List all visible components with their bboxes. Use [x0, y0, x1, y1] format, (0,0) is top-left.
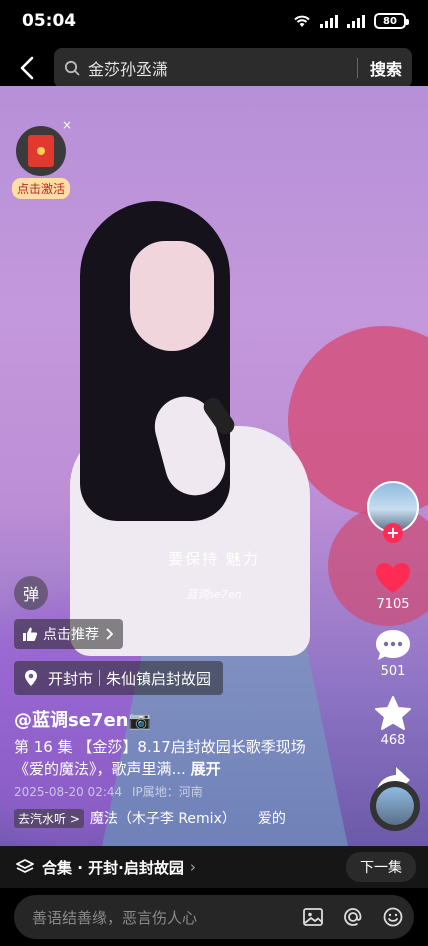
episode-label: 第 16 集 — [14, 738, 73, 756]
music-row[interactable]: 去汽水听 > 魔法（木子李 Remix） 爱的 — [14, 808, 286, 828]
chevron-left-icon — [20, 56, 34, 80]
music-disc[interactable] — [370, 781, 420, 831]
recommend-button[interactable]: 点击推荐 — [14, 619, 123, 649]
red-packet-label[interactable]: 点击激活 — [12, 178, 70, 199]
status-time: 05:04 — [22, 11, 77, 31]
mention-icon[interactable] — [342, 906, 364, 928]
location-tag[interactable]: 开封市 朱仙镇启封故园 — [14, 661, 224, 695]
battery-icon: 80 — [374, 13, 409, 29]
search-bar[interactable]: 金莎孙丞潇 搜索 — [54, 48, 412, 88]
thumbs-up-icon — [23, 627, 38, 641]
comment-icon — [376, 630, 410, 660]
search-icon — [64, 60, 80, 76]
chevron-right-icon: › — [189, 858, 196, 876]
music-name: 魔法（木子李 Remix） — [89, 811, 236, 827]
ip-location: IP属地：河南 — [131, 785, 203, 799]
favorite-count: 468 — [380, 733, 406, 748]
comment-button[interactable]: 501 — [362, 628, 424, 679]
recommend-label: 点击推荐 — [43, 627, 99, 643]
music-disc-cover — [376, 787, 414, 825]
heart-icon — [376, 563, 410, 593]
like-button[interactable]: 7105 — [362, 561, 424, 612]
location-city: 开封市 — [48, 669, 94, 688]
qishui-link[interactable]: 去汽水听 > — [14, 808, 84, 828]
author-avatar[interactable]: + — [367, 481, 419, 543]
danmu-toggle[interactable]: 弹 — [14, 576, 48, 610]
search-button[interactable]: 搜索 — [370, 56, 402, 80]
side-actions: + 7105 501 468 325 — [362, 481, 424, 815]
location-pin-icon — [25, 670, 37, 686]
search-input[interactable]: 金莎孙丞潇 — [88, 56, 345, 80]
location-divider — [99, 670, 101, 686]
follow-button[interactable]: + — [383, 523, 403, 543]
wifi-icon — [293, 14, 311, 28]
post-date: 2025-08-20 02:44 — [14, 785, 123, 799]
comment-bar: 善语结善缘，恶言伤人心 — [0, 888, 428, 946]
performer-face — [130, 241, 214, 351]
signal-icon-2 — [347, 14, 365, 28]
star-icon — [375, 696, 411, 730]
chevron-right-icon — [106, 628, 113, 640]
location-place: 朱仙镇启封故园 — [106, 669, 212, 688]
author-name[interactable]: @蓝调se7en📷 — [14, 706, 151, 732]
collection-label: 合集 · 开封·启封故园 — [42, 858, 184, 877]
video-player[interactable]: 要保持 魅力 蓝调se7en 点击激活 × + 7105 501 468 325… — [0, 86, 428, 846]
image-icon[interactable] — [302, 906, 324, 928]
red-packet-icon — [16, 126, 66, 176]
comment-input[interactable]: 善语结善缘，恶言伤人心 — [14, 895, 414, 939]
post-meta: 2025-08-20 02:44 IP属地：河南 — [14, 783, 203, 800]
emoji-icon[interactable] — [382, 906, 404, 928]
favorite-button[interactable]: 468 — [362, 695, 424, 748]
layers-icon — [16, 859, 34, 873]
red-packet-widget[interactable]: 点击激活 — [12, 126, 70, 226]
comment-count: 501 — [380, 664, 406, 679]
close-icon[interactable]: × — [62, 118, 72, 132]
status-icons: 80 — [293, 13, 409, 29]
status-bar: 05:04 80 — [0, 0, 428, 42]
next-episode-button[interactable]: 下一集 — [346, 852, 416, 882]
expand-button[interactable]: 展开 — [191, 760, 221, 778]
comment-tools — [302, 906, 404, 928]
collection-bar[interactable]: 合集 · 开封·启封故园 › 下一集 — [0, 846, 428, 888]
signal-icon — [320, 14, 338, 28]
like-count: 7105 — [376, 597, 410, 612]
post-description[interactable]: 第 16 集 【金莎】8.17启封故园长歌季现场《爱的魔法》，歌声里满... 展… — [14, 736, 314, 780]
search-divider — [356, 58, 358, 78]
music-tail: 爱的 — [257, 811, 286, 827]
comment-placeholder[interactable]: 善语结善缘，恶言伤人心 — [32, 907, 302, 928]
